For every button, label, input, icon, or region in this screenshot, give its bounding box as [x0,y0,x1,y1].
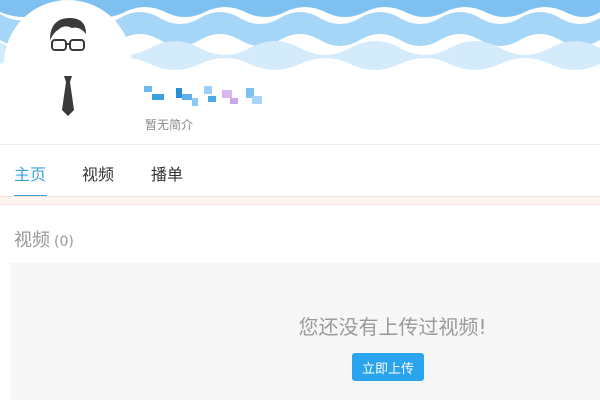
username-mosaic [142,84,272,110]
tab-home[interactable]: 主页 [14,161,46,185]
avatar[interactable] [4,0,132,128]
profile-nav: 主页 视频 播单 [0,144,600,198]
profile-intro: 暂无简介 [145,118,194,132]
section-title-text: 视频 [14,230,50,251]
empty-message: 您还没有上传过视频! [298,315,487,339]
tab-playlists[interactable]: 播单 [151,161,183,185]
upload-now-button[interactable]: 立即上传 [352,353,424,381]
video-count: (0) [54,234,74,250]
empty-state: 您还没有上传过视频! 立即上传 [10,263,600,400]
default-avatar-icon [50,18,86,116]
section-title: 视频 (0) [14,226,74,252]
tab-videos[interactable]: 视频 [82,161,114,185]
section-divider [0,196,600,205]
